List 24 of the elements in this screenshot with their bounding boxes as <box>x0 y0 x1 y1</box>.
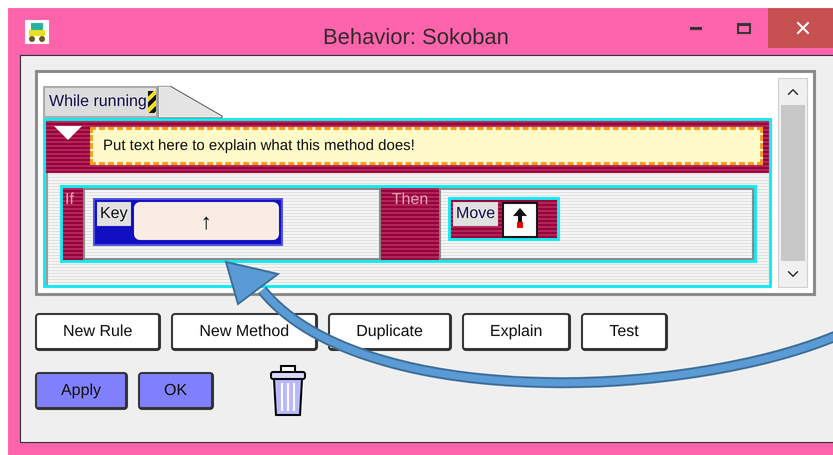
action-button[interactable]: New Method <box>171 313 318 351</box>
then-label: Then <box>390 190 430 210</box>
key-condition[interactable]: Key ↑ <box>93 198 283 246</box>
move-action[interactable]: Move <box>448 197 560 241</box>
dialog-button[interactable]: Apply <box>35 372 128 410</box>
key-label: Key <box>97 202 131 226</box>
trigger-tab[interactable]: While running <box>43 86 158 118</box>
move-label: Move <box>453 202 498 226</box>
action-button[interactable]: Explain <box>462 313 572 351</box>
action-button[interactable]: New Rule <box>35 313 162 351</box>
action-button[interactable]: Test <box>581 313 668 351</box>
dialog-button[interactable]: OK <box>138 372 214 410</box>
trash-icon[interactable] <box>268 365 308 417</box>
scrollbar[interactable] <box>778 78 808 288</box>
scroll-thumb[interactable] <box>781 105 805 261</box>
if-label: If <box>64 190 75 210</box>
close-button[interactable] <box>768 8 833 48</box>
window-title: Behavior: Sokoban <box>323 23 509 51</box>
collapse-triangle-icon[interactable] <box>54 126 82 142</box>
key-value[interactable]: ↑ <box>134 202 279 240</box>
description-field[interactable]: Put text here to explain what this method does! <box>90 127 763 165</box>
tab-corner-icon <box>158 86 224 118</box>
robot-icon <box>25 20 49 44</box>
action-button[interactable]: Duplicate <box>328 313 452 351</box>
